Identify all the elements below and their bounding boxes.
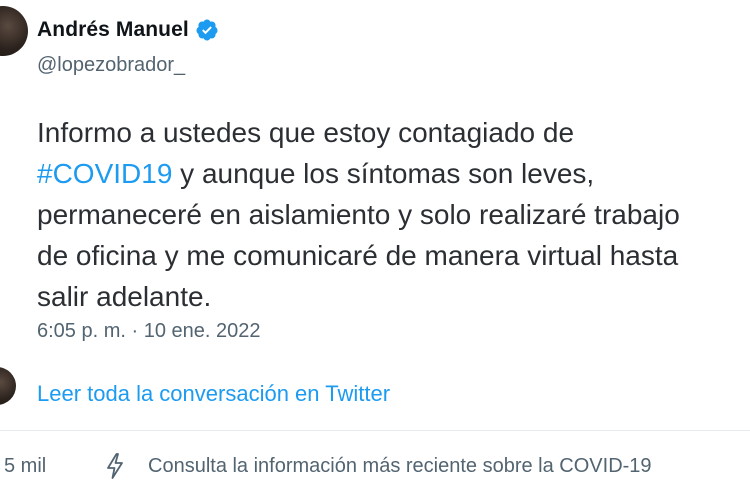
tweet-line: Informo a ustedes que estoy contagiado d… [37,117,575,148]
lightning-bolt-icon [107,453,123,479]
like-count[interactable]: 5 mil [4,455,46,478]
tweet-text: Informo a ustedes que estoy contagiado d… [37,112,750,317]
tweet-line: salir adelante. [37,281,212,312]
divider [0,430,750,431]
verified-badge-icon [196,19,218,41]
author-avatar[interactable] [0,6,28,56]
tweet-line: permaneceré en aislamiento y solo realiz… [37,199,680,230]
author-handle[interactable]: @lopezobrador_ [37,54,185,77]
author-name[interactable]: Andrés Manuel [37,18,189,42]
reply-avatar [0,367,16,405]
tweet-line: de oficina y me comunicaré de manera vir… [37,240,679,271]
tweet-line: #COVID19 y aunque los síntomas son leves… [37,158,595,189]
read-conversation-link[interactable]: Leer toda la conversación en Twitter [37,381,390,407]
hashtag-link[interactable]: #COVID19 [37,158,172,189]
author-name-row[interactable]: Andrés Manuel [37,18,219,42]
covid-info-link[interactable]: Consulta la información más reciente sob… [148,455,652,478]
embedded-tweet-card: Andrés Manuel @lopezobrador_ Informo a u… [0,0,750,500]
tweet-timestamp[interactable]: 6:05 p. m. · 10 ene. 2022 [37,320,261,343]
